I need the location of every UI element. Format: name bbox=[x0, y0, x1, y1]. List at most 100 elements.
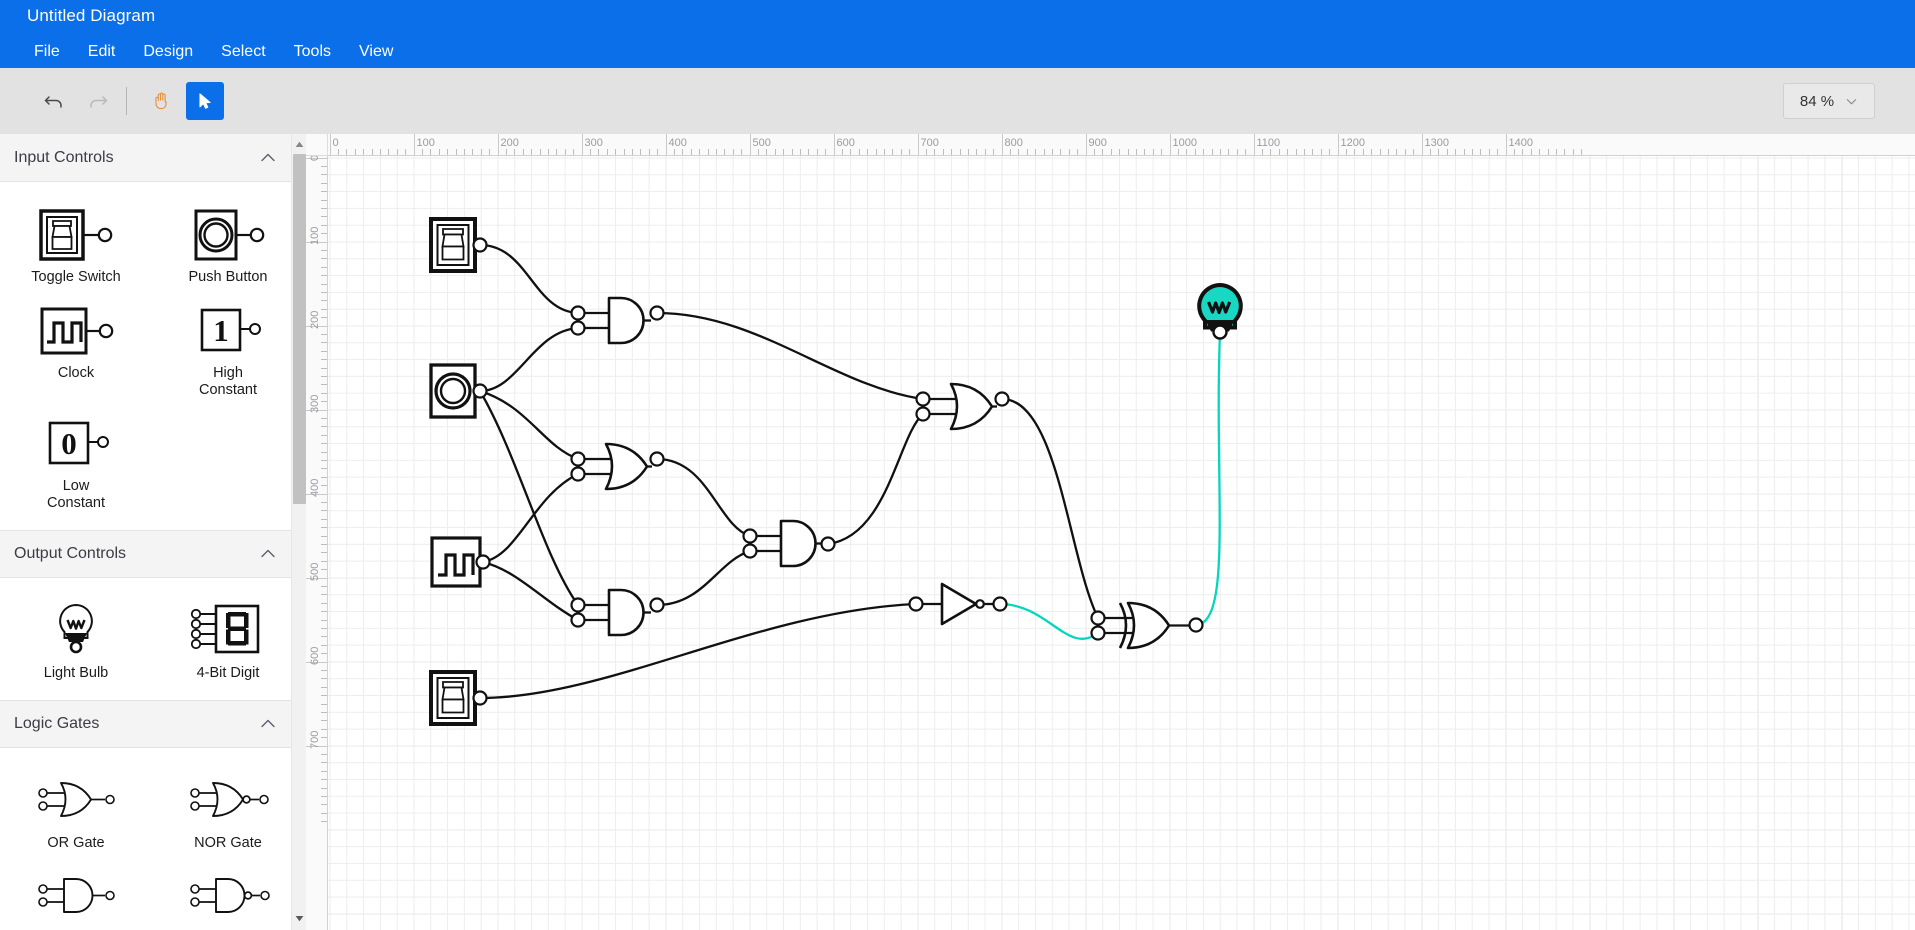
palette-section-logic-gates[interactable]: Logic Gates bbox=[0, 700, 304, 748]
port-input-a[interactable] bbox=[570, 305, 586, 321]
ruler-minor-tick bbox=[1051, 149, 1053, 155]
zoom-level-control[interactable]: 84 % bbox=[1783, 83, 1875, 119]
palette-item-clock[interactable]: Clock bbox=[0, 290, 152, 403]
sidebar-scroll-down-button[interactable] bbox=[292, 910, 307, 926]
port-input-b[interactable] bbox=[570, 320, 586, 336]
port-input-b[interactable] bbox=[570, 612, 586, 628]
component-push-button-1[interactable] bbox=[429, 363, 488, 419]
ruler-minor-tick bbox=[321, 569, 327, 571]
gate-or-2[interactable] bbox=[915, 382, 1010, 431]
port-output[interactable] bbox=[472, 383, 488, 399]
ruler-minor-tick bbox=[447, 149, 449, 155]
page-title: Untitled Diagram bbox=[27, 6, 156, 25]
palette-item-toggle-switch[interactable]: Toggle Switch bbox=[0, 194, 152, 290]
gate-not-1[interactable] bbox=[908, 582, 1008, 626]
pan-tool-button[interactable] bbox=[142, 82, 180, 120]
vertical-ruler[interactable]: 0 100 200 300 400 500 600 700 bbox=[306, 156, 328, 930]
horizontal-ruler[interactable]: 0 100 200 300 400 500 600 700 800 900 1000 1100 1200… bbox=[328, 134, 1915, 156]
select-tool-button[interactable] bbox=[186, 82, 224, 120]
ruler-minor-tick bbox=[321, 636, 327, 638]
port-input-a[interactable] bbox=[1090, 610, 1106, 626]
sidebar-scrollbar-thumb[interactable] bbox=[293, 154, 306, 504]
ruler-minor-tick bbox=[1581, 149, 1583, 155]
port-output[interactable] bbox=[649, 597, 665, 613]
gate-and-2[interactable] bbox=[570, 588, 665, 637]
gate-and-1[interactable] bbox=[570, 296, 665, 345]
port-output[interactable] bbox=[475, 554, 491, 570]
ruler-minor-tick bbox=[522, 149, 524, 155]
port-input[interactable] bbox=[1212, 324, 1228, 340]
port-input-b[interactable] bbox=[570, 466, 586, 482]
port-input-a[interactable] bbox=[570, 451, 586, 467]
port-input[interactable] bbox=[908, 596, 924, 612]
logic-circuit-drawing[interactable] bbox=[328, 156, 1915, 930]
ruler-minor-tick bbox=[1043, 149, 1045, 155]
sidebar-scroll-up-button[interactable] bbox=[292, 136, 307, 152]
ruler-minor-tick bbox=[321, 468, 327, 470]
palette-item-low-constant[interactable]: 0 Low Constant bbox=[0, 403, 152, 516]
palette-item-nand-gate[interactable] bbox=[152, 856, 304, 930]
menu-item-design[interactable]: Design bbox=[129, 39, 207, 65]
port-output[interactable] bbox=[1188, 617, 1204, 633]
ruler-label: 700 bbox=[309, 730, 321, 749]
component-toggle-switch-1[interactable] bbox=[429, 217, 488, 273]
port-input-a[interactable] bbox=[742, 528, 758, 544]
undo-button[interactable] bbox=[35, 82, 73, 120]
palette-item-light-bulb[interactable]: Light Bulb bbox=[0, 590, 152, 686]
palette-item-4bit-digit[interactable]: 4-Bit Digit bbox=[152, 590, 304, 686]
port-output[interactable] bbox=[994, 391, 1010, 407]
palette-section-input-controls[interactable]: Input Controls bbox=[0, 134, 304, 182]
ruler-minor-tick bbox=[438, 149, 440, 155]
ruler-major-tick bbox=[749, 134, 751, 155]
port-output[interactable] bbox=[992, 596, 1008, 612]
ruler-label: 900 bbox=[1088, 137, 1107, 149]
palette-item-push-button[interactable]: Push Button bbox=[152, 194, 304, 290]
menu-item-view[interactable]: View bbox=[345, 39, 407, 65]
port-input-a[interactable] bbox=[915, 391, 931, 407]
port-input-b[interactable] bbox=[742, 543, 758, 559]
gate-and-3[interactable] bbox=[742, 519, 836, 568]
palette-item-high-constant[interactable]: 1 High Constant bbox=[152, 290, 304, 403]
port-input-b[interactable] bbox=[1090, 625, 1106, 641]
gate-xor-1[interactable] bbox=[1090, 601, 1204, 650]
ruler-minor-tick bbox=[321, 711, 327, 713]
ruler-label: 300 bbox=[584, 137, 603, 149]
component-clock-1[interactable] bbox=[430, 536, 491, 588]
ruler-label: 1000 bbox=[1172, 137, 1197, 149]
diagram-canvas[interactable] bbox=[328, 156, 1915, 930]
menu-item-tools[interactable]: Tools bbox=[280, 39, 345, 65]
sidebar-scrollbar[interactable] bbox=[291, 134, 306, 930]
menu-item-edit[interactable]: Edit bbox=[74, 39, 130, 65]
ruler-minor-tick bbox=[321, 510, 327, 512]
ruler-minor-tick bbox=[321, 317, 327, 319]
menu-item-file[interactable]: File bbox=[20, 39, 74, 65]
palette-section-output-controls[interactable]: Output Controls bbox=[0, 530, 304, 578]
palette-item-label: High Constant bbox=[198, 365, 258, 398]
port-output[interactable] bbox=[472, 237, 488, 253]
port-output[interactable] bbox=[649, 451, 665, 467]
ruler-minor-tick bbox=[321, 367, 327, 369]
port-input-b[interactable] bbox=[915, 406, 931, 422]
ruler-label: 0 bbox=[309, 156, 321, 161]
port-output[interactable] bbox=[820, 536, 836, 552]
port-input-a[interactable] bbox=[570, 597, 586, 613]
ruler-minor-tick bbox=[1026, 149, 1028, 155]
palette-item-or-gate[interactable]: OR Gate bbox=[0, 760, 152, 856]
component-light-bulb-1[interactable] bbox=[1197, 282, 1243, 340]
push-button-icon bbox=[178, 203, 278, 265]
ruler-minor-tick bbox=[321, 594, 327, 596]
menu-item-select[interactable]: Select bbox=[207, 39, 279, 65]
port-output[interactable] bbox=[472, 690, 488, 706]
palette-item-and-gate[interactable] bbox=[0, 856, 152, 930]
ruler-minor-tick bbox=[1539, 149, 1541, 155]
gate-or-1[interactable] bbox=[570, 442, 665, 491]
palette-item-nor-gate[interactable]: NOR Gate bbox=[152, 760, 304, 856]
ruler-minor-tick bbox=[1295, 149, 1297, 155]
ruler-label: 800 bbox=[1004, 137, 1023, 149]
ruler-minor-tick bbox=[858, 149, 860, 155]
component-toggle-switch-2[interactable] bbox=[429, 670, 488, 726]
chevron-down-icon bbox=[1846, 98, 1857, 104]
port-output[interactable] bbox=[649, 305, 665, 321]
cursor-arrow-icon bbox=[199, 93, 211, 109]
redo-button[interactable] bbox=[79, 82, 117, 120]
